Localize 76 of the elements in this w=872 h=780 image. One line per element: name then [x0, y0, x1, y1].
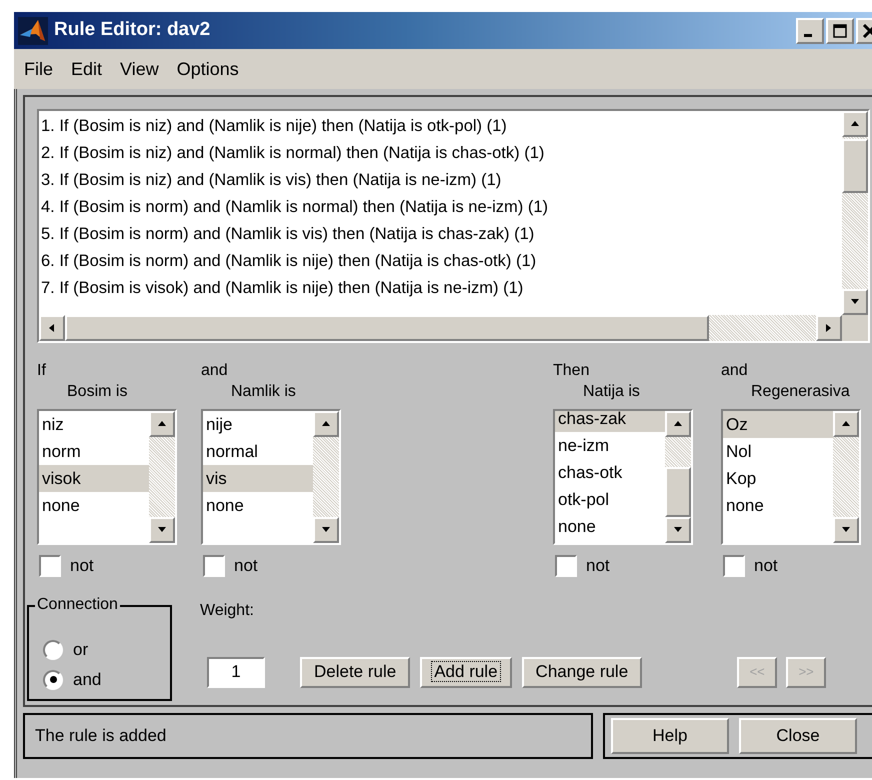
- status-text: The rule is added: [35, 725, 166, 748]
- list-item[interactable]: chas-zak: [555, 411, 665, 432]
- weight-label: Weight:: [200, 600, 255, 620]
- not-label: not: [586, 555, 610, 577]
- rule-item[interactable]: 4. If (Bosim is norm) and (Namlik is normal) then (Natija is ne-izm) (1): [41, 194, 842, 221]
- membership-listbox[interactable]: niz norm visok none: [37, 409, 177, 545]
- scroll-thumb[interactable]: [65, 315, 709, 341]
- horizontal-scrollbar[interactable]: [39, 315, 868, 341]
- checkbox[interactable]: [39, 554, 61, 577]
- variable-prefix: Then: [553, 361, 590, 381]
- scrollbar-corner: [842, 315, 868, 341]
- action-button[interactable]: Delete rule: [300, 656, 410, 688]
- vertical-scrollbar[interactable]: [842, 111, 868, 315]
- not-label: not: [70, 555, 94, 577]
- radio-button[interactable]: [43, 670, 63, 690]
- rule-item[interactable]: 2. If (Bosim is niz) and (Namlik is normal) then (Natija is chas-otk) (1): [41, 140, 842, 167]
- rule-item[interactable]: 6. If (Bosim is norm) and (Namlik is nije) then (Natija is chas-otk) (1): [41, 248, 842, 275]
- scroll-up-button[interactable]: [149, 411, 175, 437]
- scroll-down-button[interactable]: [833, 517, 859, 543]
- rule-item[interactable]: 3. If (Bosim is niz) and (Namlik is vis) then (Natija is ne-izm) (1): [41, 167, 842, 194]
- scroll-thumb[interactable]: [842, 139, 868, 193]
- variable-label: Regenerasiva: [750, 382, 851, 402]
- radio-label: and: [73, 668, 102, 690]
- membership-listbox[interactable]: nije normal vis none: [201, 409, 341, 545]
- action-button[interactable]: Add rule: [420, 656, 512, 688]
- minimize-button[interactable]: [796, 18, 824, 44]
- rule-item[interactable]: 7. If (Bosim is visok) and (Namlik is nije) then (Natija is ne-izm) (1): [41, 275, 842, 302]
- variable-prefix: If: [37, 361, 47, 381]
- menu-item[interactable]: Edit: [65, 56, 108, 82]
- variable-prefix: and: [201, 361, 229, 381]
- not-label: not: [234, 555, 258, 577]
- menu-item[interactable]: View: [114, 56, 165, 82]
- list-item[interactable]: Oz: [723, 411, 833, 438]
- scroll-up-button[interactable]: [842, 111, 868, 137]
- rule-listbox[interactable]: [37, 109, 870, 343]
- window-title: Rule Editor: dav2: [54, 18, 212, 42]
- radio-label: or: [73, 638, 88, 660]
- scroll-up-button[interactable]: [313, 411, 339, 437]
- not-label: not: [754, 555, 778, 577]
- variable-label: Namlik is: [230, 382, 297, 402]
- scroll-up-button[interactable]: [665, 411, 691, 437]
- membership-listbox[interactable]: Oz Nol Kop none: [721, 409, 861, 545]
- scroll-right-button[interactable]: [816, 315, 842, 341]
- vertical-scrollbar[interactable]: [833, 411, 859, 543]
- menu-item[interactable]: Options: [170, 56, 245, 82]
- variable-prefix: and: [721, 361, 749, 381]
- list-item[interactable]: vis: [203, 465, 313, 492]
- variable-label: Natija is: [582, 382, 641, 402]
- checkbox[interactable]: [203, 554, 225, 577]
- rule-item[interactable]: 1. If (Bosim is niz) and (Namlik is nije) then (Natija is otk-pol) (1): [41, 113, 842, 140]
- radio-button[interactable]: [43, 640, 63, 660]
- maximize-button[interactable]: [826, 18, 854, 44]
- minimize-icon: [804, 34, 812, 37]
- scroll-down-button[interactable]: [665, 517, 691, 543]
- maximize-icon: [832, 24, 848, 38]
- scroll-down-button[interactable]: [149, 517, 175, 543]
- dialog-button[interactable]: Close: [739, 718, 857, 754]
- scroll-left-button[interactable]: [39, 315, 65, 341]
- scroll-down-button[interactable]: [313, 517, 339, 543]
- scroll-up-button[interactable]: [833, 411, 859, 437]
- checkbox[interactable]: [723, 554, 745, 577]
- vertical-scrollbar[interactable]: [149, 411, 175, 543]
- action-button[interactable]: Change rule: [522, 656, 642, 688]
- menu-item[interactable]: File: [18, 56, 60, 82]
- weight-field[interactable]: 1: [207, 656, 265, 688]
- app-logo-icon: [18, 16, 48, 44]
- variable-label: Bosim is: [66, 382, 128, 402]
- vertical-scrollbar[interactable]: [665, 411, 691, 543]
- scroll-thumb[interactable]: [665, 467, 691, 517]
- dialog-button[interactable]: Help: [611, 718, 729, 754]
- rule-item[interactable]: 5. If (Bosim is norm) and (Namlik is vis) then (Natija is chas-zak) (1): [41, 221, 842, 248]
- list-item[interactable]: visok: [39, 465, 149, 492]
- vertical-scrollbar[interactable]: [313, 411, 339, 543]
- membership-listbox[interactable]: chas-zak ne-izm chas-otk otk-pol none: [553, 409, 693, 545]
- scroll-down-button[interactable]: [842, 289, 868, 315]
- checkbox[interactable]: [555, 554, 577, 577]
